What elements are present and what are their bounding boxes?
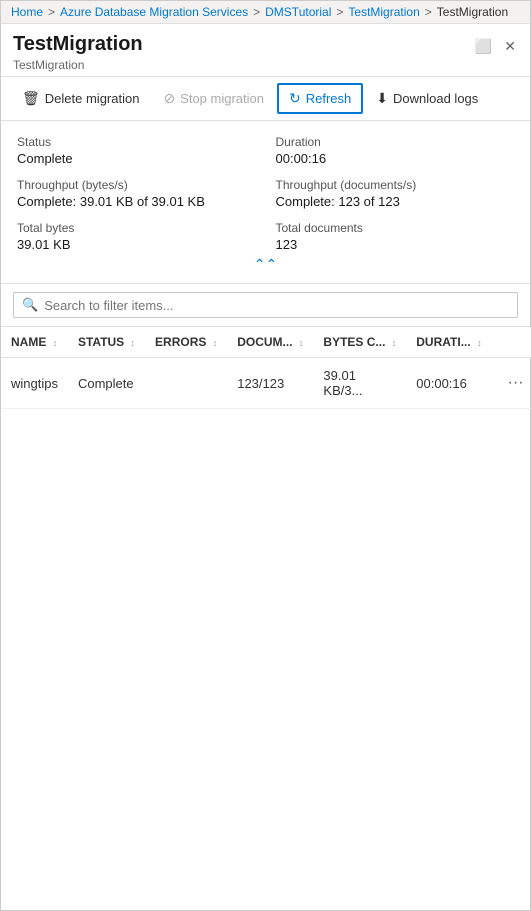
throughput-bytes-value: Complete: 39.01 KB of 39.01 KB — [17, 194, 256, 209]
cell-status: Complete — [68, 358, 145, 409]
throughput-bytes-label: Throughput (bytes/s) — [17, 178, 256, 192]
throughput-docs-label: Throughput (documents/s) — [276, 178, 515, 192]
maximize-button[interactable]: ⬜ — [473, 36, 494, 57]
collapse-section: ⌃⌃ — [17, 252, 514, 275]
breadcrumb-dms[interactable]: Azure Database Migration Services — [60, 5, 248, 19]
total-bytes-label: Total bytes — [17, 221, 256, 235]
toolbar: 🗑 Delete migration ⊘ Stop migration ↻ Re… — [1, 77, 530, 121]
download-logs-button[interactable]: ⬇ Download logs — [365, 84, 489, 113]
sort-docs-icon: ↕ — [299, 338, 304, 348]
search-input-wrap: 🔍 — [13, 292, 518, 318]
cell-errors — [145, 358, 227, 409]
stop-migration-label: Stop migration — [180, 91, 264, 106]
total-docs-item: Total documents 123 — [276, 221, 515, 252]
info-grid: Status Complete Duration 00:00:16 Throug… — [17, 135, 514, 252]
duration-item: Duration 00:00:16 — [276, 135, 515, 166]
sort-duration-icon: ↕ — [477, 338, 482, 348]
cell-documents: 123/123 — [227, 358, 313, 409]
duration-value: 00:00:16 — [276, 151, 515, 166]
status-item: Status Complete — [17, 135, 256, 166]
page-header: TestMigration TestMigration ⬜ ✕ — [1, 24, 530, 77]
col-status[interactable]: STATUS ↕ — [68, 327, 145, 358]
search-input[interactable] — [44, 298, 509, 313]
refresh-label: Refresh — [306, 91, 352, 106]
breadcrumb-current: TestMigration — [437, 5, 508, 19]
breadcrumb-sep-3: > — [336, 5, 343, 19]
breadcrumb-testmigration-parent[interactable]: TestMigration — [348, 5, 419, 19]
throughput-docs-value: Complete: 123 of 123 — [276, 194, 515, 209]
sort-bytes-icon: ↕ — [392, 338, 397, 348]
table-header: NAME ↕ STATUS ↕ ERRORS ↕ DOCUM... ↕ BYTE… — [1, 327, 531, 358]
total-bytes-item: Total bytes 39.01 KB — [17, 221, 256, 252]
refresh-button[interactable]: ↻ Refresh — [277, 83, 363, 114]
search-icon: 🔍 — [22, 297, 38, 313]
data-table: NAME ↕ STATUS ↕ ERRORS ↕ DOCUM... ↕ BYTE… — [1, 327, 530, 409]
col-documents[interactable]: DOCUM... ↕ — [227, 327, 313, 358]
delete-icon: 🗑 — [22, 90, 40, 107]
col-duration[interactable]: DURATI... ↕ — [406, 327, 491, 358]
col-bytes[interactable]: BYTES C... ↕ — [313, 327, 406, 358]
cell-duration: 00:00:16 — [406, 358, 491, 409]
download-icon: ⬇ — [376, 90, 388, 107]
total-docs-value: 123 — [276, 237, 515, 252]
info-panel: Status Complete Duration 00:00:16 Throug… — [1, 121, 530, 284]
download-logs-label: Download logs — [393, 91, 478, 106]
breadcrumb-home[interactable]: Home — [11, 5, 43, 19]
more-options-button[interactable]: ··· — [502, 372, 530, 394]
sort-errors-icon: ↕ — [213, 338, 218, 348]
col-actions — [492, 327, 531, 358]
breadcrumb-sep-2: > — [253, 5, 260, 19]
sort-name-icon: ↕ — [53, 338, 58, 348]
close-button[interactable]: ✕ — [502, 36, 518, 57]
page-subtitle: TestMigration — [13, 58, 143, 72]
sort-status-icon: ↕ — [131, 338, 136, 348]
table-row: wingtips Complete 123/123 39.01 KB/3... … — [1, 358, 531, 409]
breadcrumb-dmstutorial[interactable]: DMSTutorial — [265, 5, 331, 19]
throughput-docs-item: Throughput (documents/s) Complete: 123 o… — [276, 178, 515, 209]
total-docs-label: Total documents — [276, 221, 515, 235]
cell-name: wingtips — [1, 358, 68, 409]
refresh-icon: ↻ — [289, 90, 301, 107]
breadcrumb-sep-4: > — [425, 5, 432, 19]
table-body: wingtips Complete 123/123 39.01 KB/3... … — [1, 358, 531, 409]
stop-icon: ⊘ — [163, 90, 175, 107]
status-value: Complete — [17, 151, 256, 166]
migration-table: NAME ↕ STATUS ↕ ERRORS ↕ DOCUM... ↕ BYTE… — [1, 327, 531, 409]
delete-migration-button[interactable]: 🗑 Delete migration — [11, 84, 150, 113]
header-icons: ⬜ ✕ — [473, 36, 518, 57]
page-title: TestMigration — [13, 32, 143, 56]
delete-migration-label: Delete migration — [45, 91, 140, 106]
header-left: TestMigration TestMigration — [13, 32, 143, 72]
collapse-button[interactable]: ⌃⌃ — [254, 256, 277, 273]
cell-more: ··· — [492, 358, 531, 409]
col-name[interactable]: NAME ↕ — [1, 327, 68, 358]
status-label: Status — [17, 135, 256, 149]
duration-label: Duration — [276, 135, 515, 149]
cell-bytes: 39.01 KB/3... — [313, 358, 406, 409]
stop-migration-button[interactable]: ⊘ Stop migration — [152, 84, 275, 113]
breadcrumb: Home > Azure Database Migration Services… — [1, 1, 530, 24]
col-errors[interactable]: ERRORS ↕ — [145, 327, 227, 358]
total-bytes-value: 39.01 KB — [17, 237, 256, 252]
throughput-bytes-item: Throughput (bytes/s) Complete: 39.01 KB … — [17, 178, 256, 209]
search-bar: 🔍 — [1, 284, 530, 327]
breadcrumb-sep-1: > — [48, 5, 55, 19]
